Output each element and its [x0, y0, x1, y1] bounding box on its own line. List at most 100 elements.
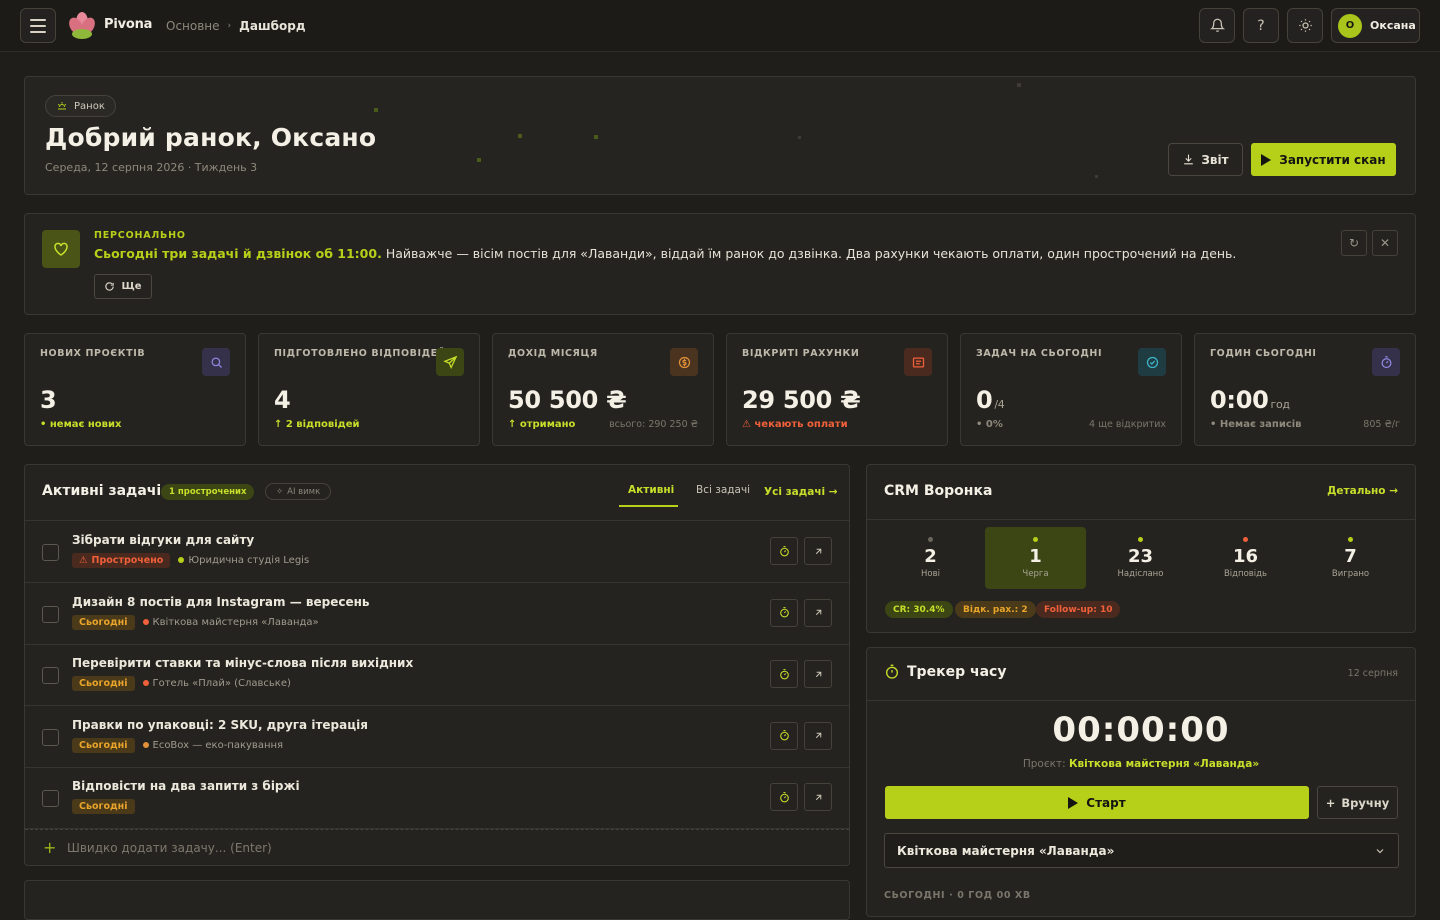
- stage-dot: [1033, 537, 1038, 542]
- all-tasks-link[interactable]: Усі задачі →: [764, 486, 838, 498]
- menu-button[interactable]: [20, 8, 56, 43]
- start-timer-button[interactable]: [770, 598, 798, 627]
- task-checkbox[interactable]: [42, 790, 59, 807]
- client-name: Квіткова майстерня «Лаванда»: [152, 616, 319, 628]
- user-menu[interactable]: О Оксана: [1331, 8, 1420, 43]
- decor-dot: [477, 158, 481, 162]
- task-checkbox[interactable]: [42, 728, 59, 746]
- stat-sub: • Немає записів: [1210, 419, 1302, 430]
- stat-value: 0/4: [976, 386, 1005, 414]
- chevron-right-icon: ›: [227, 21, 232, 31]
- start-timer-button[interactable]: Старт: [885, 786, 1309, 819]
- report-button[interactable]: Звіт: [1168, 143, 1243, 176]
- task-row[interactable]: Правки по упаковці: 2 SKU, друга ітераці…: [25, 706, 849, 768]
- arrow-up-right-icon: [815, 732, 821, 739]
- bell-icon: [1209, 18, 1225, 32]
- stat-card[interactable]: ВІДКРИТІ РАХУНКИ 29 500 ₴ ⚠ чекають опла…: [726, 333, 948, 446]
- stage-count: 1: [1029, 546, 1042, 567]
- task-checkbox[interactable]: [42, 544, 59, 561]
- project-select-value: Квіткова майстерня «Лаванда»: [897, 843, 1115, 858]
- stat-label: ВІДКРИТІ РАХУНКИ: [742, 348, 860, 359]
- run-scan-button[interactable]: Запустити скан: [1251, 143, 1396, 176]
- task-row[interactable]: Перевірити ставки та мінус-слова після в…: [25, 644, 849, 706]
- avatar: О: [1338, 13, 1362, 38]
- stage-dot: [928, 537, 933, 542]
- client: Юридична студія Legis: [178, 555, 309, 566]
- stat-card[interactable]: ДОХІД МІСЯЦЯ 50 500 ₴ ↑ отримано всього:…: [492, 333, 714, 446]
- quick-add-input[interactable]: Швидко додати задачу... (Enter): [67, 841, 272, 855]
- tab-all-tasks[interactable]: Всі задачі: [696, 484, 750, 496]
- stat-card[interactable]: ПІДГОТОВЛЕНО ВІДПОВІДЕЙ 4 ↑ 2 відповідей: [258, 333, 480, 446]
- stopwatch-icon: [1372, 348, 1400, 376]
- stat-aux: 805 ₴/г: [1363, 419, 1400, 430]
- funnel-stage[interactable]: 23 Надіслано: [1090, 527, 1191, 589]
- crm-details-link[interactable]: Детально →: [1327, 485, 1398, 497]
- stage-count: 23: [1127, 546, 1154, 567]
- task-meta: ⚠ Прострочено Юридична студія Legis: [72, 553, 309, 568]
- start-timer-button[interactable]: [770, 537, 798, 565]
- ai-toggle[interactable]: ✧ AI вимк: [265, 483, 332, 500]
- open-task-button[interactable]: [804, 783, 832, 811]
- stat-label: ДОХІД МІСЯЦЯ: [508, 348, 598, 359]
- task-row[interactable]: Відповісти на два запити з біржі Сьогодн…: [25, 767, 849, 829]
- status-badge: Сьогодні: [72, 737, 135, 753]
- stat-aux: всього: 290 250 ₴: [609, 419, 698, 430]
- personal-insight-card: ПЕРСОНАЛЬНО Сьогодні три задачі й дзвіно…: [24, 213, 1416, 315]
- stat-card[interactable]: НОВИХ ПРОЄКТІВ 3 • немає нових: [24, 333, 246, 446]
- arrow-up-right-icon: [815, 609, 821, 616]
- funnel-stage[interactable]: 7 Виграно: [1300, 527, 1401, 589]
- client-dot: [178, 557, 185, 563]
- time-tracker-card: Трекер часу 12 серпня 00:00:00 Проєкт: К…: [866, 647, 1416, 917]
- help-button[interactable]: ?: [1243, 8, 1279, 43]
- task-meta: Сьогодні: [72, 799, 135, 814]
- task-title[interactable]: Правки по упаковці: 2 SKU, друга ітераці…: [72, 718, 368, 732]
- breadcrumb-root[interactable]: Основне: [166, 19, 220, 33]
- funnel-stage[interactable]: 2 Нові: [880, 527, 981, 589]
- start-timer-button[interactable]: [770, 660, 798, 688]
- stat-value: 29 500 ₴: [742, 386, 862, 414]
- open-task-button[interactable]: [804, 660, 832, 688]
- status-badge: Сьогодні: [72, 676, 135, 691]
- task-checkbox[interactable]: [42, 667, 59, 684]
- funnel-stage[interactable]: 16 Відповідь: [1195, 527, 1296, 589]
- sunrise-icon: [57, 102, 67, 110]
- notifications-button[interactable]: [1199, 8, 1235, 43]
- overdue-badge: 1 прострочених: [161, 484, 255, 500]
- task-row[interactable]: Дизайн 8 постів для Instagram — вересень…: [25, 583, 849, 645]
- start-timer-button[interactable]: [770, 783, 798, 811]
- tracker-date: 12 серпня: [1347, 668, 1398, 679]
- start-timer-button[interactable]: [770, 721, 798, 750]
- close-button[interactable]: ✕: [1372, 230, 1398, 256]
- regenerate-button[interactable]: ↻: [1341, 230, 1367, 256]
- funnel-stage[interactable]: 1 Черга: [985, 527, 1086, 589]
- more-button[interactable]: Ще: [94, 274, 152, 299]
- stat-value-number: 29 500 ₴: [742, 386, 861, 414]
- client-name: EcoBox — еко-пакування: [152, 739, 284, 751]
- open-task-button[interactable]: [804, 598, 832, 627]
- task-meta: Сьогодні EcoBox — еко-пакування: [72, 737, 284, 753]
- open-task-button[interactable]: [804, 537, 832, 565]
- check-circle-icon: [1138, 348, 1166, 376]
- stat-sub: • немає нових: [40, 419, 122, 430]
- metric-pill: Відк. рах.: 2: [955, 601, 1036, 618]
- stat-card[interactable]: ГОДИН СЬОГОДНІ 0:00 год • Немає записів 8…: [1194, 333, 1416, 446]
- send-icon: [436, 348, 464, 376]
- stage-count: 2: [924, 546, 937, 567]
- stat-value: 3: [40, 386, 58, 414]
- task-title[interactable]: Перевірити ставки та мінус-слова після в…: [72, 656, 413, 670]
- stage-label: Виграно: [1331, 569, 1370, 579]
- tab-active[interactable]: Активні: [628, 484, 674, 496]
- stat-value: 0:00 год: [1210, 386, 1290, 414]
- stage-count: 7: [1344, 546, 1357, 567]
- quick-add[interactable]: + Швидко додати задачу... (Enter): [25, 829, 849, 867]
- project-select[interactable]: Квіткова майстерня «Лаванда»: [884, 833, 1399, 868]
- manual-entry-button[interactable]: + Вручну: [1317, 786, 1398, 819]
- task-title[interactable]: Зібрати відгуки для сайту: [72, 533, 254, 547]
- task-checkbox[interactable]: [42, 605, 59, 623]
- stat-card[interactable]: ЗАДАЧ НА СЬОГОДНІ 0/4 • 0% 4 ще відкрити…: [960, 333, 1182, 446]
- theme-toggle-button[interactable]: [1287, 8, 1323, 43]
- task-row[interactable]: Зібрати відгуки для сайту ⚠ Прострочено Юр…: [25, 521, 849, 583]
- open-task-button[interactable]: [804, 721, 832, 750]
- task-title[interactable]: Відповісти на два запити з біржі: [72, 779, 300, 793]
- task-title[interactable]: Дизайн 8 постів для Instagram — вересень: [72, 595, 369, 609]
